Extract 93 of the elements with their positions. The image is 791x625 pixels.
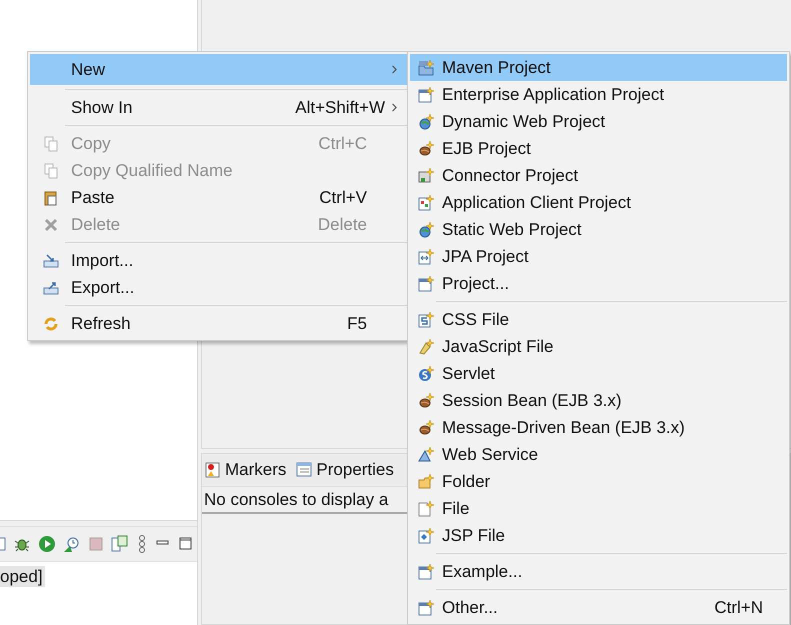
menu-item-label: Servlet	[442, 364, 496, 384]
file-icon	[418, 528, 434, 544]
play-icon[interactable]	[38, 535, 56, 553]
servlet-icon	[418, 366, 434, 382]
menu-item[interactable]: Import...	[30, 247, 407, 274]
bean-icon	[418, 140, 434, 156]
script-icon	[418, 338, 434, 354]
menu-item-label: JPA Project	[442, 246, 530, 266]
server-status-text: oped]	[0, 566, 45, 587]
maximize-icon[interactable]	[178, 536, 194, 552]
refresh-icon	[42, 316, 58, 332]
globe-icon	[418, 222, 434, 238]
clipboard-icon	[42, 190, 58, 206]
menu-item-label: Other...	[442, 598, 499, 618]
menu-item-label: Copy Qualified Name	[71, 160, 234, 180]
shortcut-text: Ctrl+N	[714, 598, 764, 618]
menu-item-label: Session Bean (EJB 3.x)	[442, 390, 623, 410]
menu-item-label: Project...	[442, 274, 510, 294]
menu-item-label: Export...	[71, 278, 136, 298]
delete-icon	[42, 216, 58, 232]
menu-item[interactable]: Application Client Project	[410, 189, 787, 216]
css-file-icon	[418, 312, 434, 328]
window-icon	[418, 194, 434, 210]
copy-icon	[42, 136, 58, 152]
folder-icon	[418, 474, 434, 490]
menu-item-label: Delete	[71, 214, 122, 234]
folder-icon	[418, 60, 434, 76]
menu-item[interactable]: Other... Ctrl+N	[410, 594, 787, 621]
window-icon	[418, 564, 434, 580]
menu-item[interactable]: JavaScript File	[410, 333, 787, 360]
triangle-icon	[418, 446, 434, 462]
menu-item[interactable]: EJB Project	[410, 135, 787, 162]
menu-item-label: Connector Project	[442, 166, 580, 186]
menu-item[interactable]: Example...	[410, 558, 787, 585]
menu-item-label: Static Web Project	[442, 220, 583, 240]
shortcut-text: F5	[347, 314, 368, 334]
menu-item[interactable]: CSS File	[410, 306, 787, 333]
menu-item[interactable]: Paste Ctrl+V	[30, 184, 407, 211]
menu-item-label: Paste	[71, 188, 116, 208]
menu-item[interactable]: Dynamic Web Project	[410, 108, 787, 135]
menu-item[interactable]: Export...	[30, 274, 407, 301]
menu-item[interactable]: Maven Project	[410, 54, 787, 81]
shortcut-text: Alt+Shift+W	[295, 98, 385, 118]
menu-item-label: JSP File	[442, 526, 506, 546]
menu-item-label: Application Client Project	[442, 192, 632, 212]
export-icon	[42, 280, 58, 296]
menu-item-label: Refresh	[71, 314, 132, 334]
menu-item-label: CSS File	[442, 310, 510, 330]
menu-item[interactable]: Show In Alt+Shift+W	[30, 94, 407, 121]
bean-icon	[418, 392, 434, 408]
globe-icon	[418, 114, 434, 130]
shortcut-text: Ctrl+V	[319, 188, 368, 208]
menu-item[interactable]: Enterprise Application Project	[410, 81, 787, 108]
menu-item[interactable]: Web Service	[410, 441, 787, 468]
menu-item-label: New	[71, 60, 106, 80]
menu-item-label: Dynamic Web Project	[442, 112, 606, 132]
file-icon	[418, 500, 434, 516]
link-icon[interactable]	[136, 535, 148, 553]
menu-item-label: EJB Project	[442, 138, 532, 158]
menu-item[interactable]: JSP File	[410, 522, 787, 549]
publish-icon[interactable]	[111, 535, 129, 553]
view-tab[interactable]: Properties	[296, 460, 394, 480]
menu-item-label: Example...	[442, 562, 524, 582]
menu-item[interactable]: New	[30, 54, 407, 85]
menu-item[interactable]: Project...	[410, 270, 787, 297]
copy-icon	[42, 162, 58, 178]
menu-item-label: JavaScript File	[442, 336, 554, 356]
menu-item[interactable]: JPA Project	[410, 243, 787, 270]
menu-item[interactable]: Static Web Project	[410, 216, 787, 243]
menu-item-label: Message-Driven Bean (EJB 3.x)	[442, 418, 686, 438]
menu-item[interactable]: Refresh F5	[30, 310, 407, 337]
menu-item-label: Maven Project	[442, 58, 552, 78]
markers-icon	[205, 462, 221, 478]
menu-item[interactable]: Servlet	[410, 360, 787, 387]
table-icon	[296, 462, 312, 478]
window-icon	[418, 86, 434, 102]
menu-item[interactable]: Session Bean (EJB 3.x)	[410, 387, 787, 414]
view-tab[interactable]: Markers	[205, 460, 286, 480]
menu-item[interactable]: Message-Driven Bean (EJB 3.x)	[410, 414, 787, 441]
arrows-icon	[418, 248, 434, 264]
window-icon	[418, 600, 434, 616]
menu-item-label: Enterprise Application Project	[442, 84, 666, 104]
shortcut-text: Ctrl+C	[318, 134, 368, 154]
menu-item-label: Copy	[71, 134, 112, 154]
menu-item[interactable]: Connector Project	[410, 162, 787, 189]
window-icon	[418, 276, 434, 292]
menu-item-label: Import...	[71, 250, 134, 270]
menu-item-label: Show In	[71, 98, 134, 118]
import-icon	[42, 252, 58, 268]
bean-icon	[418, 420, 434, 436]
shortcut-text: Delete	[318, 214, 368, 234]
connector-icon	[418, 168, 434, 184]
menu-item-label: Web Service	[442, 444, 540, 464]
